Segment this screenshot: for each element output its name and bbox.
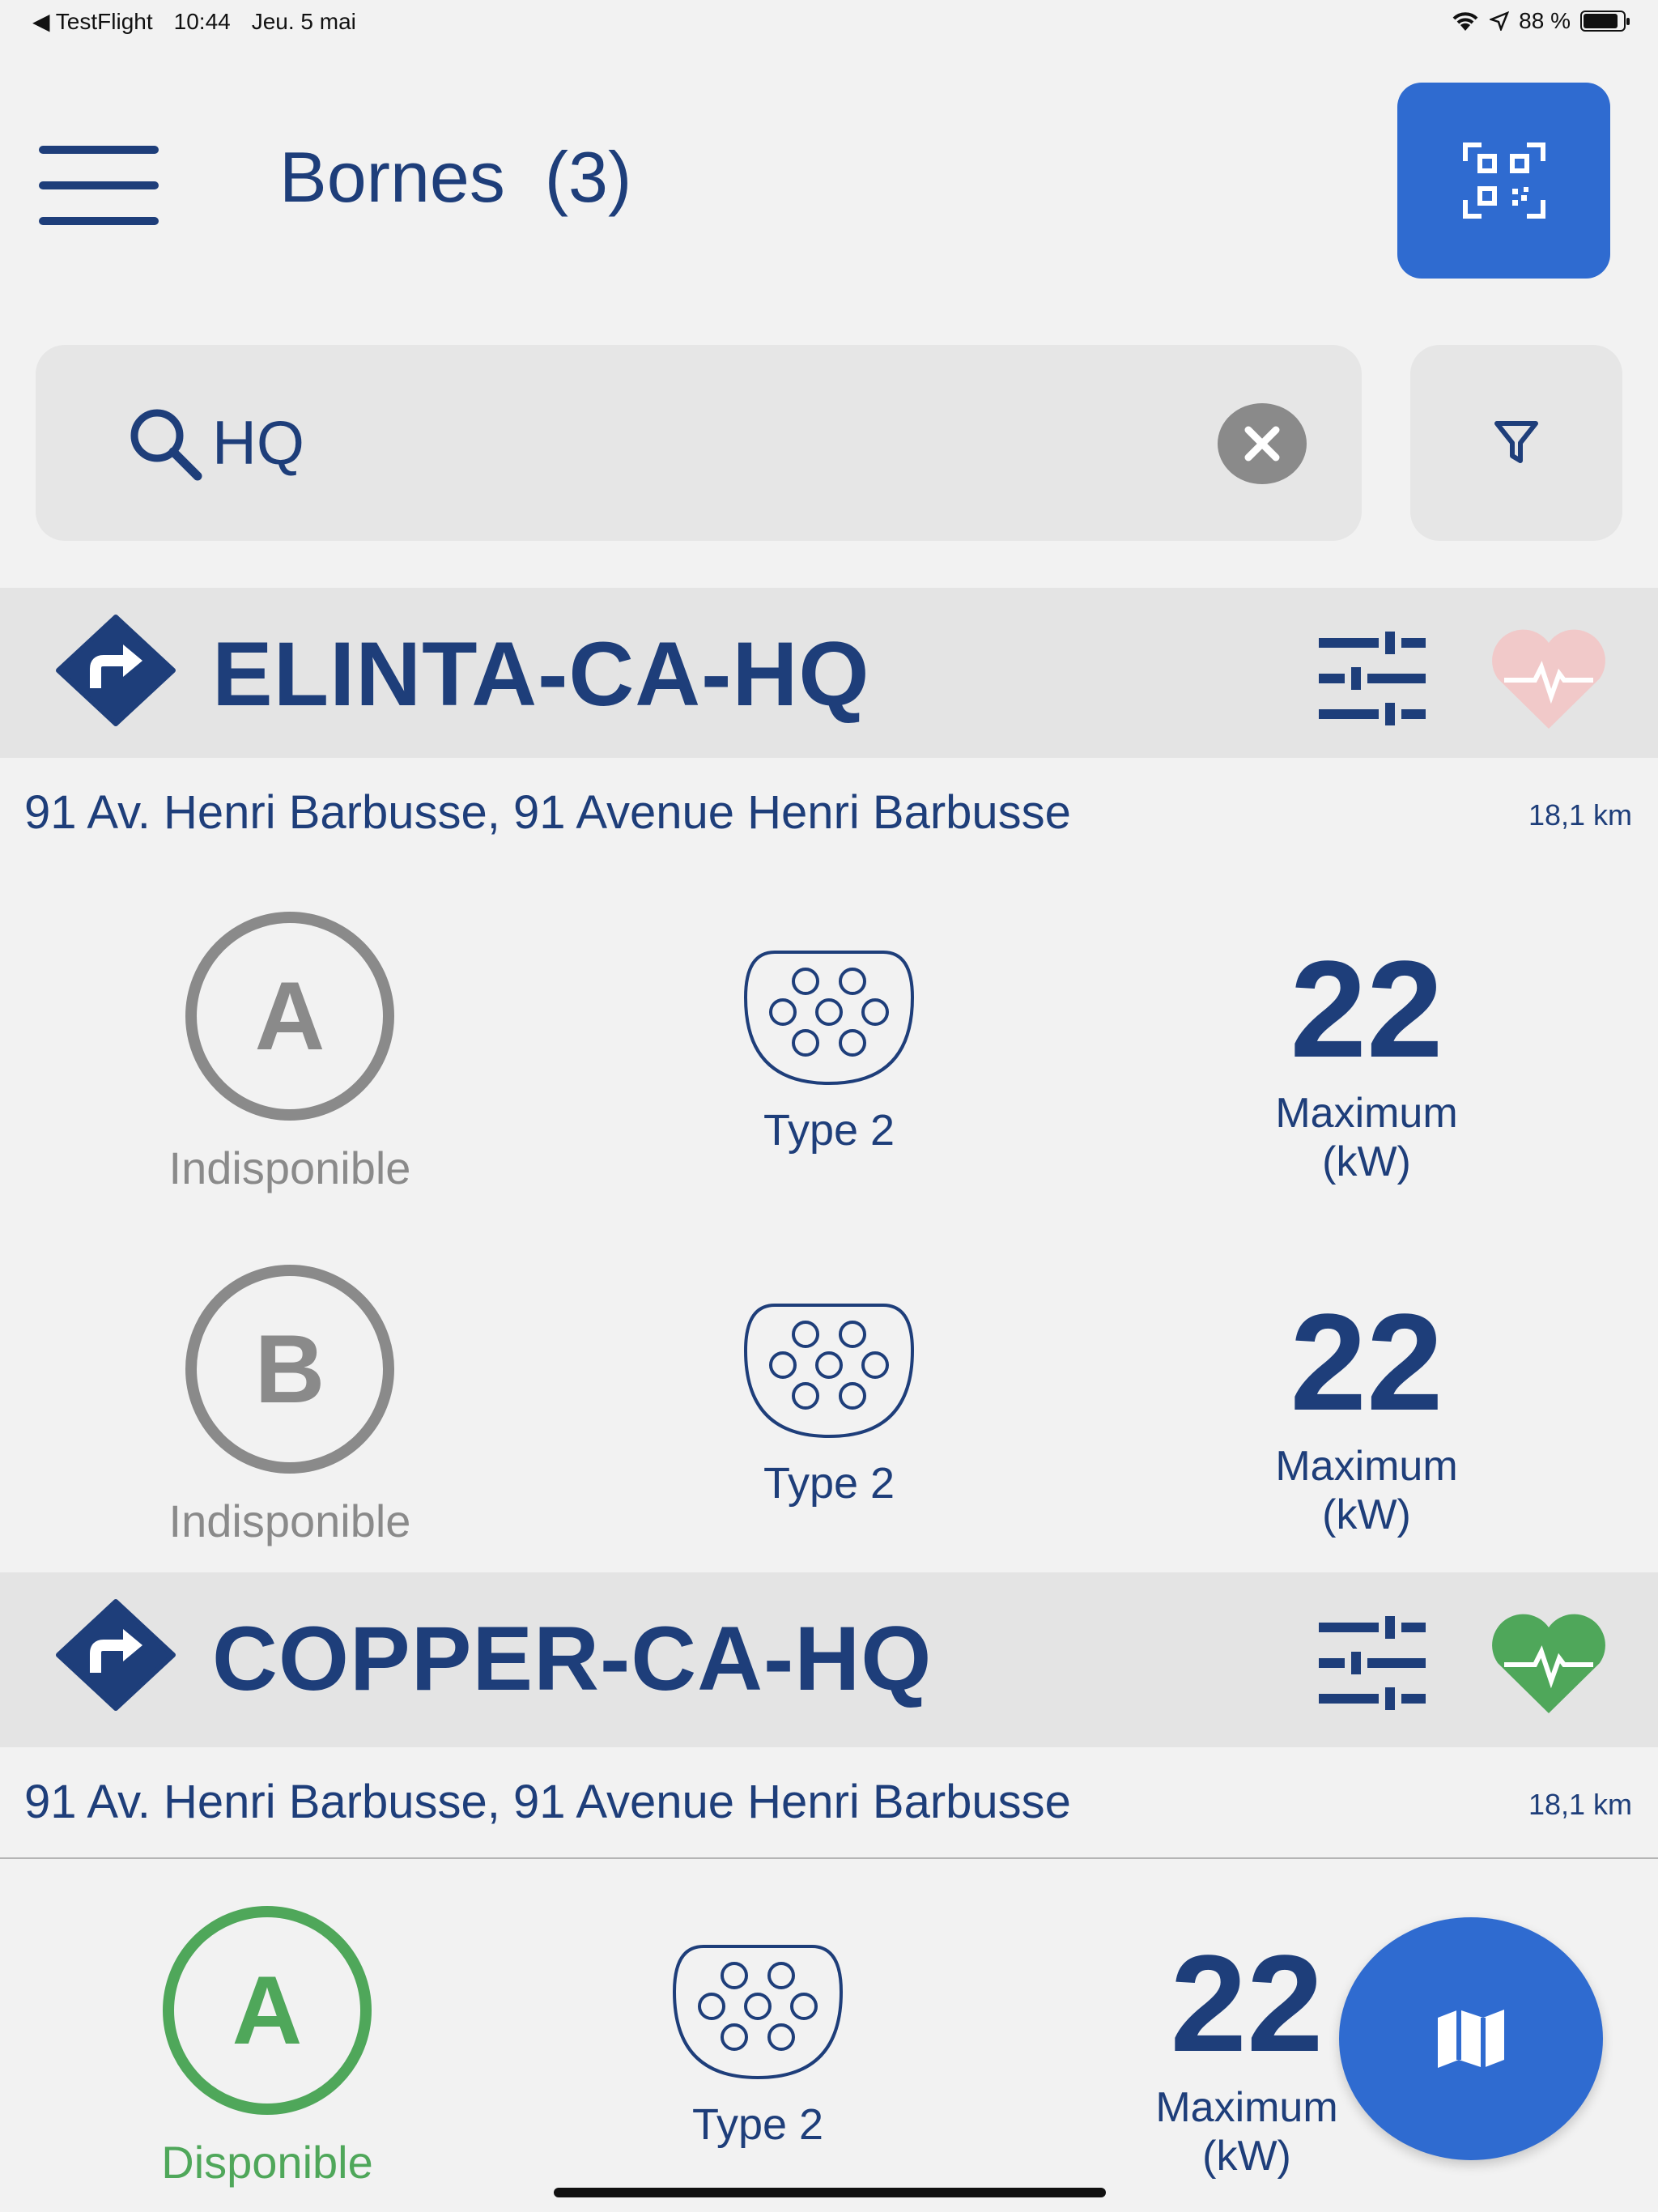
filter-button[interactable] [1410,345,1622,541]
battery-percent: 88 % [1519,8,1571,33]
type2-connector-icon [672,1945,844,2080]
connector-status: A Disponible [105,1906,429,2189]
power-unit: (kW) [1202,2132,1291,2180]
station-address: 91 Av. Henri Barbusse, 91 Avenue Henri B… [24,1776,1071,1828]
status-time: 10:44 [173,8,231,34]
clear-search-button[interactable] [1218,403,1307,484]
connector-power: 22 Maximum (kW) [1221,941,1512,1187]
location-arrow-icon [1490,11,1510,31]
direction-icon[interactable] [55,1598,176,1712]
search-bar [36,345,1362,541]
connector-type-label: Type 2 [691,2100,824,2149]
home-indicator [554,2188,1106,2197]
sliders-icon[interactable] [1316,630,1429,727]
connector-row[interactable]: B Indisponible Type 2 22 Maximum (kW) [0,1219,1658,1574]
status-bar: ◀ TestFlight 10:44 Jeu. 5 mai 88 % [0,0,1658,45]
direction-icon[interactable] [55,614,176,727]
connector-status-label: Indisponible [168,1142,411,1193]
page-title: Bornes (3) [279,137,632,217]
station-distance: 18,1 km [1528,1788,1632,1821]
map-button[interactable] [1339,1917,1603,2160]
connector-status: B Indisponible [128,1265,452,1547]
connector-type: Type 2 [708,949,950,1155]
station-address-row: 91 Av. Henri Barbusse, 91 Avenue Henri B… [0,1747,1658,1859]
clear-icon [1244,426,1280,462]
back-to-app-link[interactable]: ◀ TestFlight [32,8,153,35]
heartbeat-icon [1492,1614,1605,1713]
station-address: 91 Av. Henri Barbusse, 91 Avenue Henri B… [24,786,1071,839]
search-icon [130,409,202,481]
connector-type-label: Type 2 [763,1459,895,1508]
power-unit: (kW) [1322,1138,1411,1185]
connector-type-label: Type 2 [763,1106,895,1155]
connector-power: 22 Maximum (kW) [1221,1294,1512,1540]
connector-row[interactable]: A Indisponible Type 2 22 Maximum (kW) [0,866,1658,1221]
station-header[interactable]: COPPER-CA-HQ [0,1572,1658,1747]
filter-icon [1494,421,1538,463]
battery-icon [1580,11,1630,32]
status-date: Jeu. 5 mai [251,8,356,34]
type2-connector-icon [743,951,915,1086]
connector-type: Type 2 [636,1943,879,2150]
power-value: 22 [1290,933,1443,1087]
connector-id-badge: B [185,1265,394,1474]
map-icon [1438,2010,1504,2068]
station-address-row: 91 Av. Henri Barbusse, 91 Avenue Henri B… [0,758,1658,868]
heartbeat-icon [1492,629,1605,729]
connector-id-badge: A [163,1906,372,2115]
wifi-icon [1452,12,1478,31]
station-name: ELINTA-CA-HQ [212,623,870,725]
station-distance: 18,1 km [1528,798,1632,832]
connector-id-badge: A [185,912,394,1121]
connector-status-label: Disponible [161,2137,373,2188]
sliders-icon[interactable] [1316,1614,1429,1712]
qr-code-icon [1462,143,1545,219]
qr-scan-button[interactable] [1397,83,1610,279]
power-label: Maximum [1155,2084,1338,2131]
search-input[interactable] [210,393,1185,492]
hamburger-icon [39,146,159,154]
station-name: COPPER-CA-HQ [212,1608,933,1709]
power-value: 22 [1290,1286,1443,1440]
power-label: Maximum [1275,1443,1458,1490]
power-unit: (kW) [1322,1491,1411,1538]
connector-status-label: Indisponible [168,1495,411,1546]
type2-connector-icon [743,1304,915,1439]
menu-button[interactable] [39,146,160,227]
connector-type: Type 2 [708,1302,950,1508]
power-label: Maximum [1275,1090,1458,1137]
station-header[interactable]: ELINTA-CA-HQ [0,588,1658,758]
connector-status: A Indisponible [128,912,452,1194]
